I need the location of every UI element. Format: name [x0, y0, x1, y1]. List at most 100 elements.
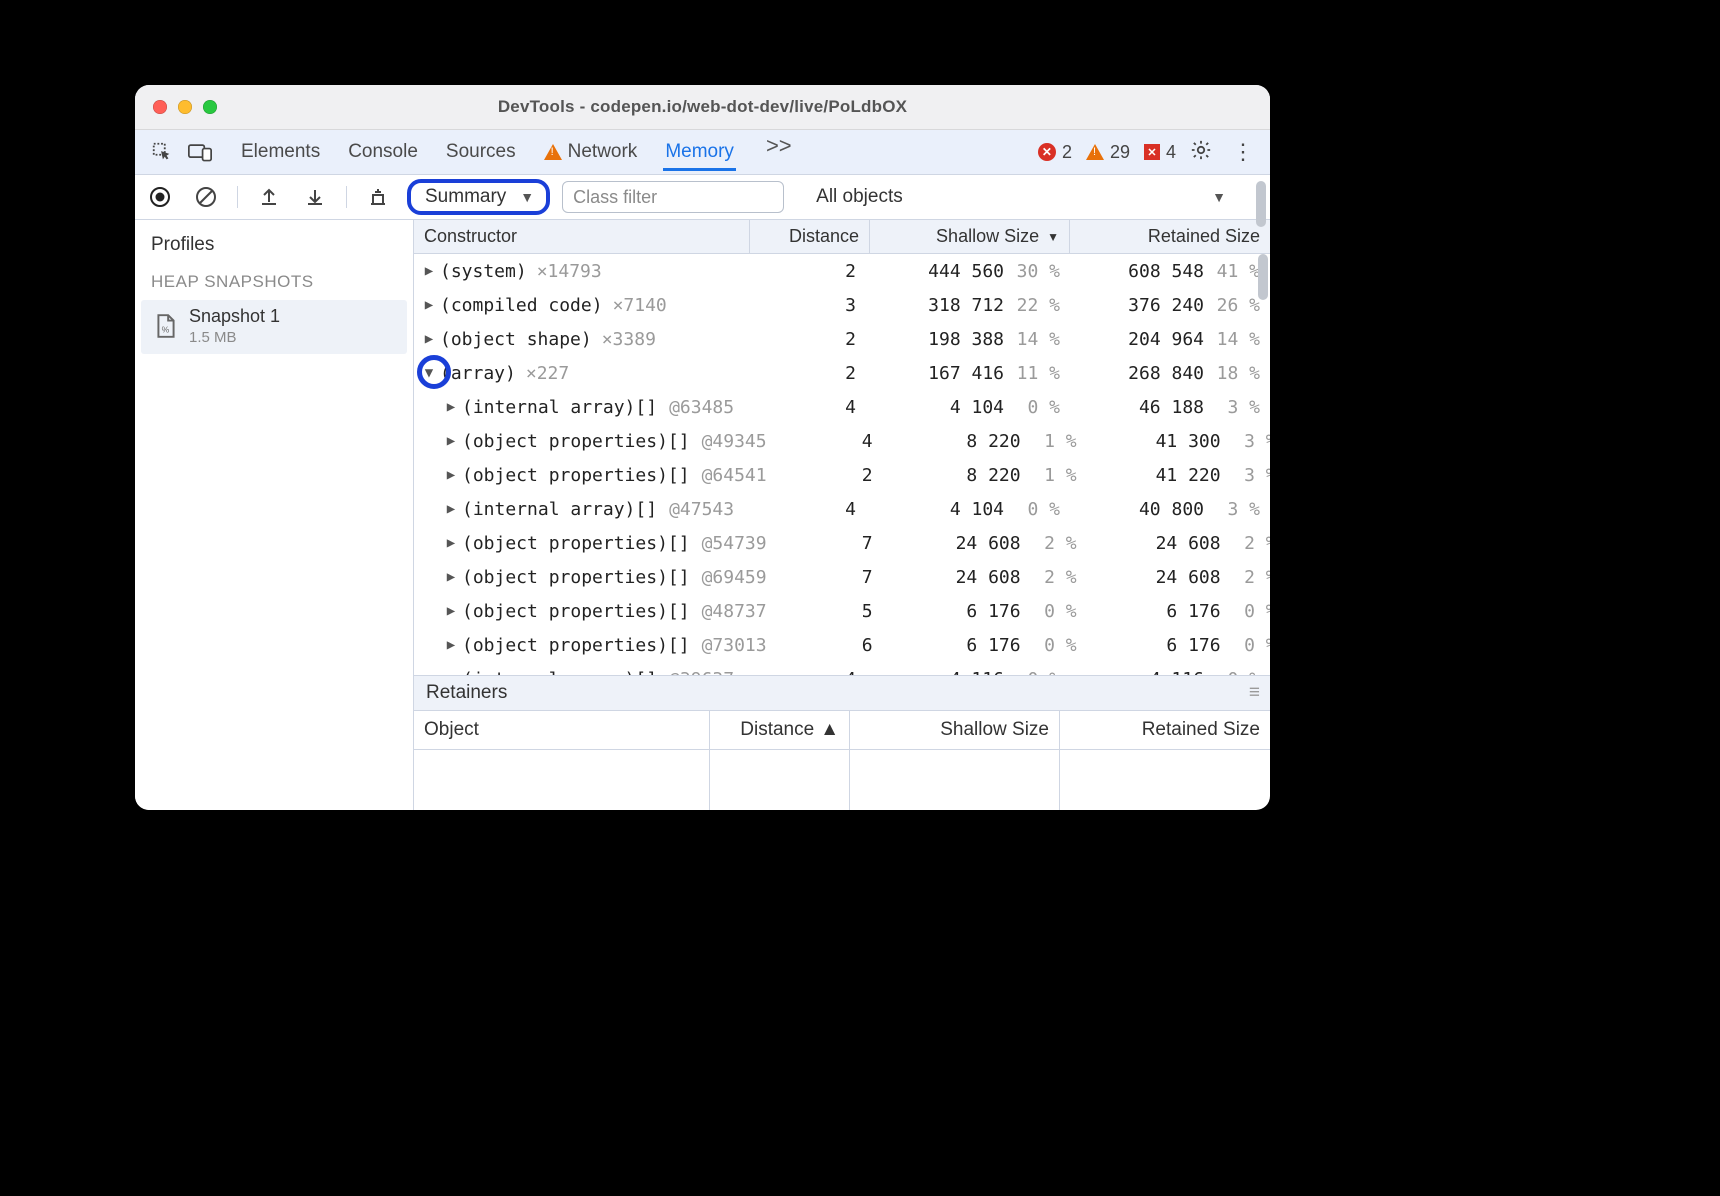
inspect-icon[interactable]: [145, 135, 179, 169]
row-count: ×227: [526, 363, 569, 384]
chevron-down-icon[interactable]: ▼: [420, 365, 438, 381]
row-name: (object properties)[]: [462, 465, 690, 486]
row-name: (array): [440, 363, 516, 384]
chevron-right-icon[interactable]: ▶: [420, 297, 438, 313]
snapshot-item[interactable]: % Snapshot 1 1.5 MB: [141, 300, 407, 354]
row-name: (compiled code): [440, 295, 603, 316]
table-row[interactable]: ▼(array)×2272167 41611 %268 84018 %: [414, 356, 1270, 390]
chevron-right-icon[interactable]: ▶: [442, 569, 460, 585]
warning-badge[interactable]: 29: [1086, 142, 1130, 163]
view-select[interactable]: Summary ▼: [407, 179, 550, 215]
table-row[interactable]: ▶(object properties)[]@4934548 2201 %41 …: [414, 424, 1270, 458]
chevron-right-icon[interactable]: ▶: [442, 603, 460, 619]
tab-network[interactable]: Network: [542, 133, 640, 171]
chevron-right-icon[interactable]: ▶: [420, 263, 438, 279]
scrollbar-thumb[interactable]: [1258, 254, 1268, 300]
row-shallow: 318 71222 %: [870, 295, 1070, 316]
class-filter-placeholder: Class filter: [573, 187, 657, 208]
row-retained: 4 1160 %: [1070, 669, 1270, 676]
row-distance: 7: [767, 533, 887, 554]
tab-console[interactable]: Console: [346, 133, 420, 171]
chevron-right-icon[interactable]: ▶: [442, 433, 460, 449]
object-filter-select[interactable]: All objects: [816, 186, 903, 208]
settings-button[interactable]: [1190, 139, 1212, 166]
table-row[interactable]: ▶(object properties)[]@4873756 1760 %6 1…: [414, 594, 1270, 628]
table-row[interactable]: ▶(object properties)[]@54739724 6082 %24…: [414, 526, 1270, 560]
issues-icon: ✕: [1144, 144, 1160, 160]
table-row[interactable]: ▶(internal array)[]@4754344 1040 %40 800…: [414, 492, 1270, 526]
tab-memory[interactable]: Memory: [663, 133, 736, 171]
row-distance: 4: [750, 669, 870, 676]
tab-elements[interactable]: Elements: [239, 133, 322, 171]
retainers-header[interactable]: Retainers ≡: [414, 675, 1270, 711]
row-shallow: 24 6082 %: [887, 533, 1087, 554]
rcol-retained[interactable]: Retained Size: [1060, 711, 1270, 749]
kebab-icon[interactable]: ⋮: [1226, 139, 1260, 165]
rcol-distance[interactable]: Distance▲: [710, 711, 850, 749]
chevron-right-icon[interactable]: ▶: [442, 535, 460, 551]
row-shallow: 444 56030 %: [870, 261, 1070, 282]
row-id: @48737: [702, 601, 767, 622]
object-filter-label: All objects: [816, 186, 903, 207]
table-row[interactable]: ▶(object properties)[]@69459724 6082 %24…: [414, 560, 1270, 594]
device-toggle-icon[interactable]: [183, 135, 217, 169]
issues-badge[interactable]: ✕ 4: [1144, 142, 1176, 163]
chevron-right-icon[interactable]: ▶: [442, 671, 460, 675]
row-shallow: 8 2201 %: [887, 431, 1087, 452]
col-constructor[interactable]: Constructor: [414, 220, 750, 253]
separator: [237, 186, 238, 208]
gc-icon[interactable]: [361, 180, 395, 214]
tab-sources[interactable]: Sources: [444, 133, 518, 171]
chevron-right-icon[interactable]: ▶: [442, 467, 460, 483]
memory-toolbar: Summary ▼ Class filter All objects ▼: [135, 175, 1270, 220]
chevron-right-icon[interactable]: ▶: [442, 637, 460, 653]
row-name: (system): [440, 261, 527, 282]
snapshot-name: Snapshot 1: [189, 306, 280, 327]
zoom-icon[interactable]: [203, 100, 217, 114]
table-row[interactable]: ▶(system)×147932444 56030 %608 54841 %: [414, 254, 1270, 288]
chevron-right-icon[interactable]: ▶: [442, 399, 460, 415]
svg-text:%: %: [162, 325, 170, 335]
error-badge[interactable]: ✕ 2: [1038, 142, 1072, 163]
col-shallow[interactable]: Shallow Size▼: [870, 220, 1070, 253]
profiles-title: Profiles: [135, 220, 413, 266]
table-rows[interactable]: ▶(system)×147932444 56030 %608 54841 %▶(…: [414, 254, 1270, 675]
record-icon[interactable]: [143, 180, 177, 214]
row-shallow: 4 1040 %: [870, 397, 1070, 418]
row-distance: 6: [767, 635, 887, 656]
window-scrollbar-thumb[interactable]: [1256, 181, 1266, 227]
row-distance: 2: [750, 329, 870, 350]
error-icon: ✕: [1038, 143, 1056, 161]
row-shallow: 167 41611 %: [870, 363, 1070, 384]
rcol-shallow[interactable]: Shallow Size: [850, 711, 1060, 749]
snapshot-size: 1.5 MB: [189, 329, 280, 346]
more-tabs-icon[interactable]: >>: [760, 133, 798, 171]
table-row[interactable]: ▶(object properties)[]@6454128 2201 %41 …: [414, 458, 1270, 492]
table-row[interactable]: ▶(object properties)[]@7301366 1760 %6 1…: [414, 628, 1270, 662]
table-row[interactable]: ▶(internal array)[]@6348544 1040 %46 188…: [414, 390, 1270, 424]
row-retained: 24 6082 %: [1087, 567, 1270, 588]
table-row[interactable]: ▶(internal array)[]@3963744 1160 %4 1160…: [414, 662, 1270, 675]
table-row[interactable]: ▶(compiled code)×71403318 71222 %376 240…: [414, 288, 1270, 322]
upload-icon[interactable]: [252, 180, 286, 214]
class-filter-input[interactable]: Class filter: [562, 181, 784, 213]
row-name: (internal array)[]: [462, 397, 657, 418]
chevron-right-icon[interactable]: ▶: [442, 501, 460, 517]
chevron-right-icon[interactable]: ▶: [420, 331, 438, 347]
col-distance[interactable]: Distance: [750, 220, 870, 253]
warning-count: 29: [1110, 142, 1130, 163]
row-name: (object properties)[]: [462, 601, 690, 622]
drag-handle-icon[interactable]: ≡: [1249, 682, 1258, 704]
row-id: @47543: [669, 499, 734, 520]
minimize-icon[interactable]: [178, 100, 192, 114]
chevron-down-icon[interactable]: ▼: [1212, 189, 1226, 205]
close-icon[interactable]: [153, 100, 167, 114]
table-row[interactable]: ▶(object shape)×33892198 38814 %204 9641…: [414, 322, 1270, 356]
col-retained[interactable]: Retained Size: [1070, 220, 1270, 253]
row-shallow: 6 1760 %: [887, 601, 1087, 622]
clear-icon[interactable]: [189, 180, 223, 214]
snapshot-text: Snapshot 1 1.5 MB: [189, 306, 280, 346]
rcol-object[interactable]: Object: [414, 711, 710, 749]
download-icon[interactable]: [298, 180, 332, 214]
scrollbar[interactable]: [1256, 254, 1270, 675]
